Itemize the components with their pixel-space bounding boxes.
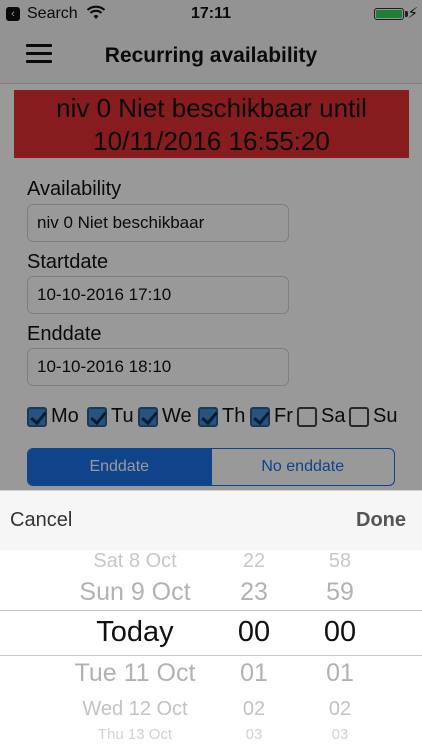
picker-date-option[interactable]: Sat 8 Oct [40,550,230,573]
picker-date-option[interactable]: Thu 13 Oct [40,726,230,743]
picker-date-selected[interactable]: Today [40,616,230,649]
picker-minute-option[interactable]: 58 [308,550,372,573]
picker-minute-option[interactable]: 59 [308,578,372,607]
picker-hour-option[interactable]: 01 [222,659,286,688]
picker-hour-selected[interactable]: 00 [222,616,286,649]
picker-toolbar: Cancel Done [0,490,422,550]
picker-hour-wheel[interactable]: 22 23 00 01 02 03 [222,550,286,750]
picker-date-wheel[interactable]: Sat 8 Oct Sun 9 Oct Today Tue 11 Oct Wed… [40,550,230,750]
picker-minute-option[interactable]: 01 [308,659,372,688]
picker-date-option[interactable]: Wed 12 Oct [40,698,230,721]
picker-hour-option[interactable]: 02 [222,698,286,721]
picker-minute-option[interactable]: 02 [308,698,372,721]
modal-overlay[interactable] [0,0,422,490]
cancel-button[interactable]: Cancel [10,509,72,532]
date-time-picker[interactable]: Sat 8 Oct Sun 9 Oct Today Tue 11 Oct Wed… [0,550,422,750]
picker-hour-option[interactable]: 22 [222,550,286,573]
picker-date-option[interactable]: Sun 9 Oct [40,578,230,607]
picker-hour-option[interactable]: 23 [222,578,286,607]
picker-minute-option[interactable]: 03 [308,726,372,743]
done-button[interactable]: Done [356,509,406,532]
picker-minute-wheel[interactable]: 58 59 00 01 02 03 [308,550,372,750]
picker-hour-option[interactable]: 03 [222,726,286,743]
picker-date-option[interactable]: Tue 11 Oct [40,659,230,688]
picker-minute-selected[interactable]: 00 [308,616,372,649]
